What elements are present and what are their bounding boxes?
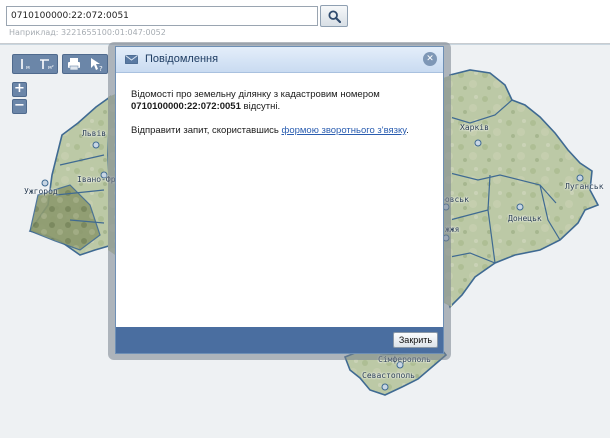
dialog-close-button[interactable]: ✕ <box>423 52 437 66</box>
measure-area-button[interactable]: м² <box>36 55 57 73</box>
measure-toolbar: м м² <box>12 54 58 74</box>
tools-toolbar: ? <box>62 54 108 74</box>
ruler-area-icon: м² <box>40 59 54 71</box>
request-text: Відправити запит, скориставшись <box>131 125 279 136</box>
svg-text:?: ? <box>99 65 103 73</box>
close-icon: ✕ <box>426 54 434 64</box>
city-label-uzhhorod: Ужгород <box>24 187 58 196</box>
cursor-question-icon: ? <box>91 58 103 73</box>
printer-icon <box>68 58 80 71</box>
city-label-luhansk: Луганськ <box>565 182 604 191</box>
print-button[interactable] <box>64 55 85 73</box>
search-button[interactable] <box>320 5 348 27</box>
dialog-header: Повідомлення ✕ <box>116 47 443 73</box>
city-label-lviv: Львів <box>82 129 107 138</box>
period: . <box>406 125 409 136</box>
close-dialog-button[interactable]: Закрить <box>393 332 438 348</box>
message-line-1: Відомості про земельну ділянку з кадастр… <box>131 89 431 113</box>
message-dialog: Повідомлення ✕ Відомості про земельну ді… <box>115 46 444 354</box>
zoom-out-button[interactable]: − <box>12 99 27 114</box>
info-pointer-button[interactable]: ? <box>86 55 107 73</box>
city-label-donetsk: Донецьк <box>508 214 542 223</box>
search-header: Наприклад: 3221655100:01:047:0052 <box>0 0 610 44</box>
feedback-form-link[interactable]: формою зворотнього з'вязку <box>282 125 407 136</box>
dialog-title: Повідомлення <box>145 53 219 65</box>
message-text: Відомості про земельну ділянку з кадастр… <box>131 89 380 100</box>
message-line-2: Відправити запит, скориставшись формою з… <box>131 125 431 137</box>
search-icon <box>328 10 341 23</box>
dialog-footer: Закрить <box>116 327 443 353</box>
zoom-in-button[interactable]: + <box>12 82 27 97</box>
cadastral-search-input[interactable] <box>6 6 318 26</box>
envelope-icon <box>125 55 138 64</box>
message-suffix: відсутні. <box>243 101 281 112</box>
search-hint: Наприклад: 3221655100:01:047:0052 <box>9 28 166 37</box>
city-label-sevastopol: Севастополь <box>362 371 415 380</box>
measure-length-button[interactable]: м <box>14 55 35 73</box>
svg-text:м: м <box>26 65 30 71</box>
dialog-body: Відомості про земельну ділянку з кадастр… <box>131 89 431 137</box>
cadastral-number: 0710100000:22:072:0051 <box>131 101 241 112</box>
ruler-length-icon: м <box>21 59 30 71</box>
svg-text:м²: м² <box>48 65 54 71</box>
city-label-kharkiv: Харків <box>460 123 489 132</box>
